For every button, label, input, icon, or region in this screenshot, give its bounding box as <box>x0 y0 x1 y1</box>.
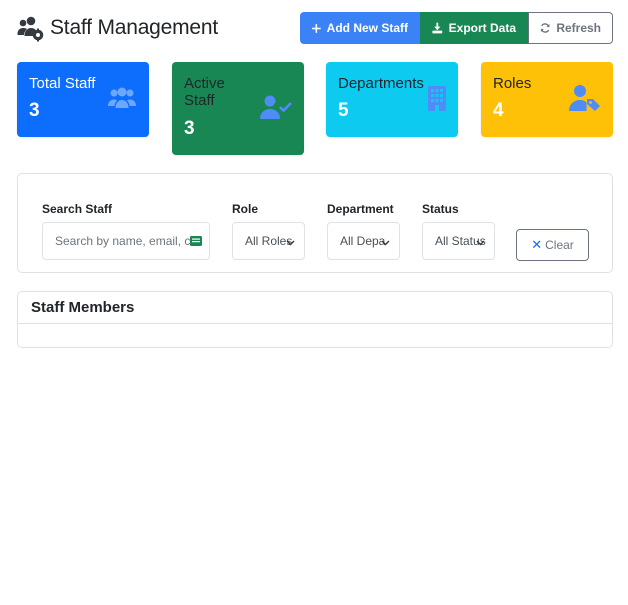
add-new-staff-label: Add New Staff <box>326 21 408 35</box>
search-staff-label: Search Staff <box>42 202 113 216</box>
clear-filters-button[interactable]: ✕ Clear <box>516 229 589 261</box>
stat-value: 3 <box>29 100 40 121</box>
title-wrap: Staff Management <box>17 14 218 42</box>
users-icon <box>107 86 137 115</box>
stat-value: 5 <box>338 100 349 121</box>
status-select[interactable]: All Status <box>422 222 495 260</box>
stat-label: Active Staff <box>184 75 225 109</box>
export-data-label: Export Data <box>448 21 516 35</box>
staff-members-title: Staff Members <box>31 299 135 316</box>
download-icon <box>432 22 443 34</box>
page-header: Staff Management Add New Staff Export Da… <box>17 12 613 45</box>
export-data-button[interactable]: Export Data <box>420 12 528 44</box>
refresh-label: Refresh <box>556 21 601 35</box>
role-label: Role <box>232 202 259 216</box>
stat-label: Departments <box>338 75 424 92</box>
stat-label: Roles <box>493 75 532 92</box>
department-select[interactable]: All Depa <box>327 222 400 260</box>
staff-management-page: Staff Management Add New Staff Export Da… <box>0 0 628 605</box>
stat-value: 4 <box>493 100 504 121</box>
filter-panel: Search Staff Search by name, email, co R… <box>17 173 613 273</box>
users-cog-icon <box>17 14 45 42</box>
chevron-down-icon <box>476 235 485 249</box>
chevron-down-icon <box>286 235 295 249</box>
plus-icon <box>312 23 321 33</box>
department-select-value: All Depa <box>340 234 386 248</box>
building-icon <box>428 86 446 116</box>
chevron-down-icon <box>381 235 390 249</box>
staff-members-header: Staff Members <box>18 292 612 324</box>
refresh-icon <box>540 23 550 33</box>
stat-card-active-staff: Active Staff 3 <box>172 62 304 155</box>
search-input[interactable]: Search by name, email, co <box>42 222 210 260</box>
staff-members-panel: Staff Members <box>17 291 613 348</box>
stat-card-departments: Departments 5 <box>326 62 458 137</box>
role-select[interactable]: All Roles <box>232 222 305 260</box>
add-new-staff-button[interactable]: Add New Staff <box>300 12 420 44</box>
header-button-group: Add New Staff Export Data Refresh <box>300 12 613 44</box>
user-check-icon <box>260 94 292 125</box>
search-placeholder: Search by name, email, co <box>55 234 198 248</box>
stat-card-total-staff: Total Staff 3 <box>17 62 149 137</box>
contact-card-icon <box>190 235 202 249</box>
stat-label: Total Staff <box>29 75 96 92</box>
page-title: Staff Management <box>50 16 219 39</box>
clear-label: Clear <box>545 238 574 252</box>
close-icon: ✕ <box>531 237 543 252</box>
department-label: Department <box>327 202 394 216</box>
stat-value: 3 <box>184 118 195 139</box>
stat-card-roles: Roles 4 <box>481 62 613 137</box>
status-label: Status <box>422 202 459 216</box>
user-tag-icon <box>569 84 601 117</box>
refresh-button[interactable]: Refresh <box>528 12 613 44</box>
